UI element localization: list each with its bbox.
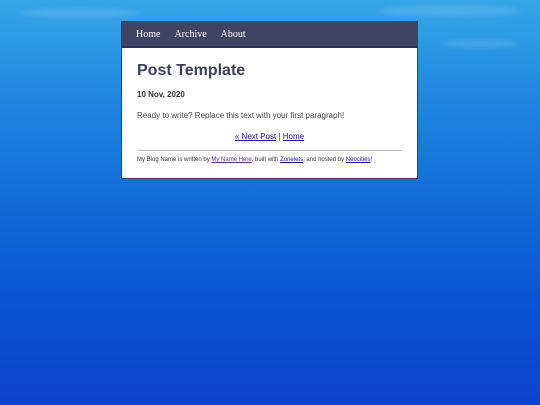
footer-suffix: !: [370, 157, 373, 163]
post-content: Post Template 10 Nov, 2020 Ready to writ…: [122, 48, 417, 163]
post-title: Post Template: [137, 62, 246, 79]
nav-about-link[interactable]: About: [221, 29, 246, 40]
top-nav: Home Archive About: [122, 22, 417, 48]
footer-prefix: My Blog Name is written by: [137, 157, 212, 163]
neocities-link[interactable]: Neocities: [346, 157, 371, 163]
footer-divider: [137, 150, 402, 151]
nav-archive-link[interactable]: Archive: [174, 29, 206, 40]
site-footer: My Blog Name is written by My Name Here,…: [137, 157, 402, 163]
footer-mid-1: , built with: [251, 157, 281, 163]
water-highlight: [20, 8, 140, 18]
post-paragraph: Ready to write? Replace this text with y…: [137, 111, 345, 120]
home-link[interactable]: Home: [283, 132, 304, 141]
nav-home-link[interactable]: Home: [136, 29, 160, 40]
author-link[interactable]: My Name Here: [211, 157, 251, 163]
water-highlight: [380, 5, 520, 17]
post-pagination: « Next Post | Home: [137, 132, 402, 141]
water-highlight: [440, 40, 520, 48]
zonelets-link[interactable]: Zonelets: [280, 157, 303, 163]
footer-mid-2: , and hosted by: [303, 157, 346, 163]
post-date: 10 Nov, 2020: [137, 90, 185, 99]
blog-card: Home Archive About Post Template 10 Nov,…: [121, 21, 418, 179]
next-post-link[interactable]: « Next Post: [235, 132, 276, 141]
